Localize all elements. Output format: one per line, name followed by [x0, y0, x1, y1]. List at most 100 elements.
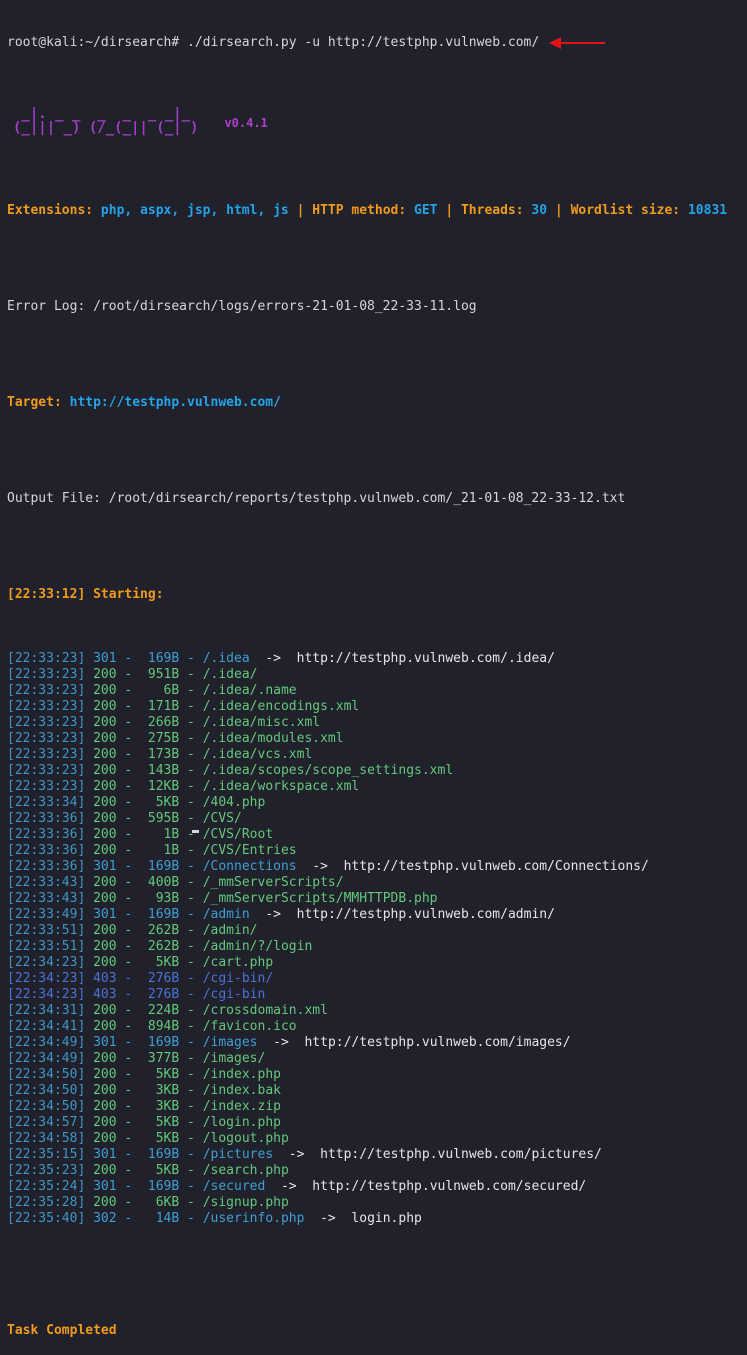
- result-path: /Connections: [202, 859, 297, 874]
- result-path: /.idea/scopes/scope_settings.xml: [202, 763, 454, 778]
- redirect-target: http://testphp.vulnweb.com/secured/: [312, 1179, 587, 1194]
- redirect-target: http://testphp.vulnweb.com/.idea/: [296, 651, 555, 666]
- result-status: 301 -: [85, 907, 141, 922]
- result-status: 200 -: [85, 923, 141, 938]
- result-status: 200 -: [85, 715, 141, 730]
- starting-line: [22:33:12] Starting:: [7, 587, 164, 602]
- result-status: 200 -: [85, 1099, 141, 1114]
- result-size: 224B: [140, 1003, 180, 1018]
- result-time: [22:33:23]: [7, 699, 86, 714]
- result-status: 200 -: [85, 1083, 141, 1098]
- terminal-output[interactable]: root@kali:~/dirsearch# ./dirsearch.py -u…: [7, 3, 747, 1355]
- result-time: [22:33:36]: [7, 827, 86, 842]
- result-time: [22:34:23]: [7, 987, 86, 1002]
- result-time: [22:34:57]: [7, 1115, 86, 1130]
- result-row: [22:35:24] 301 - 169B - /secured -> http…: [7, 1179, 747, 1195]
- result-sep: -: [179, 1147, 203, 1162]
- result-path: /userinfo.php: [202, 1211, 305, 1226]
- result-status: 200 -: [85, 667, 141, 682]
- result-status: 200 -: [85, 955, 141, 970]
- result-path: /crossdomain.xml: [202, 1003, 328, 1018]
- result-time: [22:33:34]: [7, 795, 86, 810]
- result-row: [22:33:36] 200 - 595B - /CVS/: [7, 811, 747, 827]
- result-row: [22:34:23] 403 - 276B - /cgi-bin/: [7, 971, 747, 987]
- result-path: /_mmServerScripts/MMHTTPDB.php: [202, 891, 438, 906]
- redirect-arrow: ->: [249, 651, 297, 666]
- result-sep: -: [179, 1019, 203, 1034]
- task-completed-line: Task Completed: [7, 1323, 117, 1338]
- result-row: [22:34:49] 200 - 377B - /images/: [7, 1051, 747, 1067]
- result-sep: -: [179, 651, 203, 666]
- result-path: /logout.php: [202, 1131, 289, 1146]
- result-path: /signup.php: [202, 1195, 289, 1210]
- result-path: /index.php: [202, 1067, 281, 1082]
- result-sep: -: [179, 1115, 203, 1130]
- result-status: 302 -: [85, 1211, 141, 1226]
- result-row: [22:33:23] 200 - 951B - /.idea/: [7, 667, 747, 683]
- redirect-arrow: ->: [273, 1147, 321, 1162]
- result-row: [22:33:49] 301 - 169B - /admin -> http:/…: [7, 907, 747, 923]
- result-row: [22:33:51] 200 - 262B - /admin/?/login: [7, 939, 747, 955]
- result-row: [22:34:50] 200 - 3KB - /index.bak: [7, 1083, 747, 1099]
- result-sep: -: [179, 779, 203, 794]
- result-row: [22:33:43] 200 - 400B - /_mmServerScript…: [7, 875, 747, 891]
- result-size: 894B: [140, 1019, 180, 1034]
- result-row: [22:33:43] 200 - 93B - /_mmServerScripts…: [7, 891, 747, 907]
- result-status: 200 -: [85, 875, 141, 890]
- result-time: [22:34:50]: [7, 1067, 86, 1082]
- result-path: /index.zip: [202, 1099, 281, 1114]
- result-sep: -: [179, 1131, 203, 1146]
- terminal-cursor: [192, 830, 199, 833]
- result-size: 1B: [140, 843, 180, 858]
- result-size: 275B: [140, 731, 180, 746]
- result-path: /.idea: [202, 651, 250, 666]
- result-time: [22:35:23]: [7, 1163, 86, 1178]
- target-line: Target: http://testphp.vulnweb.com/: [7, 395, 281, 410]
- result-time: [22:34:49]: [7, 1051, 86, 1066]
- result-time: [22:35:40]: [7, 1211, 86, 1226]
- result-status: 403 -: [85, 987, 141, 1002]
- result-status: 200 -: [85, 1067, 141, 1082]
- result-path: /.idea/misc.xml: [202, 715, 321, 730]
- result-sep: -: [179, 1035, 203, 1050]
- result-size: 169B: [140, 1147, 180, 1162]
- result-row: [22:34:58] 200 - 5KB - /logout.php: [7, 1131, 747, 1147]
- result-row: [22:34:50] 200 - 3KB - /index.zip: [7, 1099, 747, 1115]
- result-time: [22:35:28]: [7, 1195, 86, 1210]
- redirect-target: http://testphp.vulnweb.com/Connections/: [343, 859, 649, 874]
- result-size: 169B: [140, 859, 180, 874]
- result-time: [22:33:23]: [7, 683, 86, 698]
- result-path: /.idea/encodings.xml: [202, 699, 360, 714]
- result-status: 200 -: [85, 1003, 141, 1018]
- result-row: [22:34:23] 403 - 276B - /cgi-bin: [7, 987, 747, 1003]
- result-size: 169B: [140, 907, 180, 922]
- result-path: /images: [202, 1035, 258, 1050]
- result-row: [22:33:23] 301 - 169B - /.idea -> http:/…: [7, 651, 747, 667]
- result-path: /.idea/modules.xml: [202, 731, 344, 746]
- result-size: 93B: [140, 891, 180, 906]
- result-sep: -: [179, 1211, 203, 1226]
- result-sep: -: [179, 763, 203, 778]
- result-sep: -: [179, 1067, 203, 1082]
- result-time: [22:33:23]: [7, 731, 86, 746]
- result-path: /.idea/workspace.xml: [202, 779, 360, 794]
- result-path: /favicon.ico: [202, 1019, 297, 1034]
- result-sep: -: [179, 1163, 203, 1178]
- result-status: 200 -: [85, 1051, 141, 1066]
- result-time: [22:35:24]: [7, 1179, 86, 1194]
- result-time: [22:35:15]: [7, 1147, 86, 1162]
- result-time: [22:34:31]: [7, 1003, 86, 1018]
- dirsearch-logo: _|. _ _ _ _ _ _|_ (_||| _) (/_(_|| (_| ): [13, 106, 199, 136]
- result-size: 5KB: [140, 955, 180, 970]
- result-sep: -: [179, 1195, 203, 1210]
- result-size: 5KB: [140, 1067, 180, 1082]
- result-size: 14B: [140, 1211, 180, 1226]
- result-row: [22:35:15] 301 - 169B - /pictures -> htt…: [7, 1147, 747, 1163]
- result-size: 5KB: [140, 1115, 180, 1130]
- result-sep: -: [179, 923, 203, 938]
- result-status: 200 -: [85, 731, 141, 746]
- result-size: 262B: [140, 939, 180, 954]
- redirect-arrow: ->: [257, 1035, 305, 1050]
- result-path: /cgi-bin/: [202, 971, 274, 986]
- result-size: 12KB: [140, 779, 180, 794]
